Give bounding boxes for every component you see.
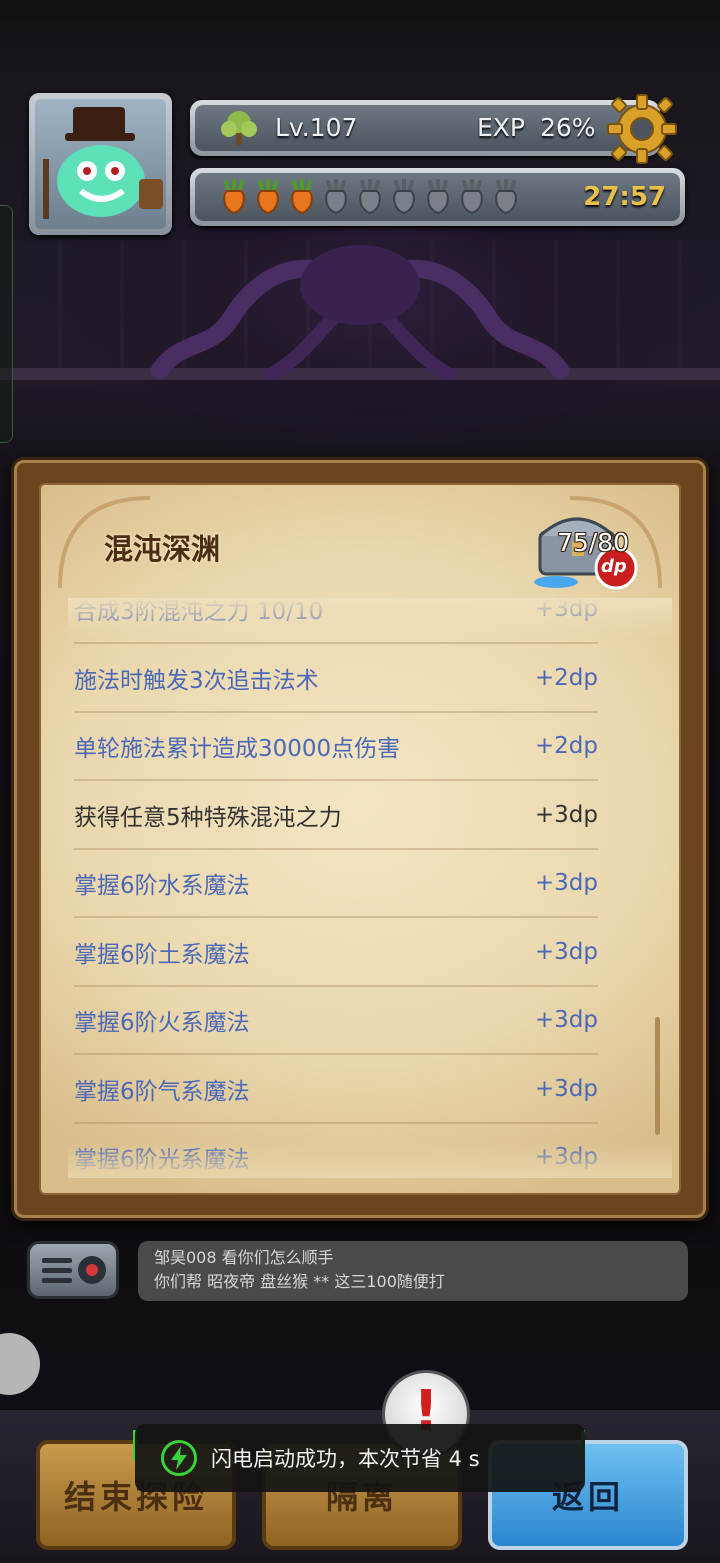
- stamina-bar: 27:57: [190, 168, 685, 226]
- toast-text: 闪电启动成功，本次节省 4 s: [211, 1447, 480, 1471]
- exp-label: EXP: [477, 113, 525, 142]
- task-name: 掌握6阶火系魔法: [74, 1010, 250, 1036]
- settings-gear-icon[interactable]: [604, 91, 680, 167]
- list-fade-top: [68, 598, 672, 638]
- slime-character-icon: [43, 107, 163, 219]
- task-list[interactable]: 合成3阶混沌之力 10/10+3dp施法时触发3次追击法术+2dp单轮施法累计造…: [68, 598, 672, 1178]
- task-name: 获得任意5种特殊混沌之力: [74, 804, 342, 831]
- task-points: +3dp: [534, 870, 598, 896]
- task-name: 掌握6阶土系魔法: [74, 941, 250, 968]
- chat-text-2: 你们帮 昭夜帝 盘丝猴 ** 这三100随便打: [154, 1272, 445, 1291]
- tree-icon: [221, 111, 257, 145]
- task-name: 单轮施法累计造成30000点伤害: [74, 736, 401, 762]
- carrot-empty-icon: [461, 179, 483, 215]
- dp-badge: dp: [601, 556, 627, 577]
- task-row[interactable]: 单轮施法累计造成30000点伤害 +2dp: [74, 713, 598, 781]
- list-scrollbar[interactable]: [655, 1017, 660, 1135]
- carrot-empty-icon: [325, 179, 347, 215]
- carrot-empty-icon: [393, 179, 415, 215]
- task-row[interactable]: 掌握6阶火系魔法 +3dp: [74, 987, 598, 1055]
- chat-text-1: 看你们怎么顺手: [221, 1248, 334, 1267]
- list-fade-bottom: [68, 1142, 672, 1178]
- task-name: 施法时触发3次追击法术: [74, 667, 319, 694]
- chat-button[interactable]: [27, 1241, 119, 1299]
- task-row[interactable]: 掌握6阶气系魔法 +3dp: [74, 1056, 598, 1124]
- stamina-timer: 27:57: [583, 182, 666, 212]
- task-points: +2dp: [534, 733, 598, 759]
- toast-notification: 闪电启动成功，本次节省 4 s: [135, 1424, 585, 1492]
- lightning-icon: [161, 1440, 197, 1476]
- tentacle-monster-decoration: [151, 245, 569, 380]
- task-row[interactable]: 获得任意5种特殊混沌之力 +3dp: [74, 782, 598, 850]
- floating-side-tab[interactable]: [0, 205, 13, 443]
- task-row[interactable]: 施法时触发3次追击法术 +2dp: [74, 645, 598, 713]
- panel-title: 混沌深渊: [104, 532, 221, 566]
- chat-message-box[interactable]: 邹昊008 看你们怎么顺手 你们帮 昭夜帝 盘丝猴 ** 这三100随便打: [138, 1241, 688, 1301]
- stamina-carrots: [217, 179, 523, 215]
- task-points: +2dp: [534, 664, 598, 691]
- carrot-full-icon: [223, 179, 245, 215]
- carrot-empty-icon: [495, 179, 517, 215]
- task-name: 掌握6阶水系魔法: [74, 873, 250, 899]
- task-points: +3dp: [534, 938, 598, 965]
- task-points: +3dp: [534, 1007, 598, 1033]
- avatar-portrait: [35, 99, 166, 229]
- task-points: +3dp: [534, 1075, 598, 1102]
- task-name: 掌握6阶气系魔法: [74, 1078, 250, 1105]
- chest-progress: 75/80: [557, 528, 630, 557]
- chat-sender: 邹昊008: [154, 1248, 217, 1267]
- player-level: Lv.107: [275, 113, 358, 142]
- task-row[interactable]: 掌握6阶土系魔法 +3dp: [74, 919, 598, 987]
- level-bar: Lv.107 EXP 26%: [190, 100, 660, 156]
- carrot-full-icon: [257, 179, 279, 215]
- chat-menu-icon: [42, 1256, 106, 1284]
- exp-percent: 26%: [540, 113, 596, 142]
- carrot-empty-icon: [359, 179, 381, 215]
- player-avatar[interactable]: [29, 93, 172, 235]
- carrot-full-icon: [291, 179, 313, 215]
- chat-line-1: 邹昊008 看你们怎么顺手: [154, 1246, 672, 1270]
- carrot-empty-icon: [427, 179, 449, 215]
- task-row[interactable]: 掌握6阶水系魔法 +3dp: [74, 850, 598, 918]
- task-points: +3dp: [534, 801, 598, 828]
